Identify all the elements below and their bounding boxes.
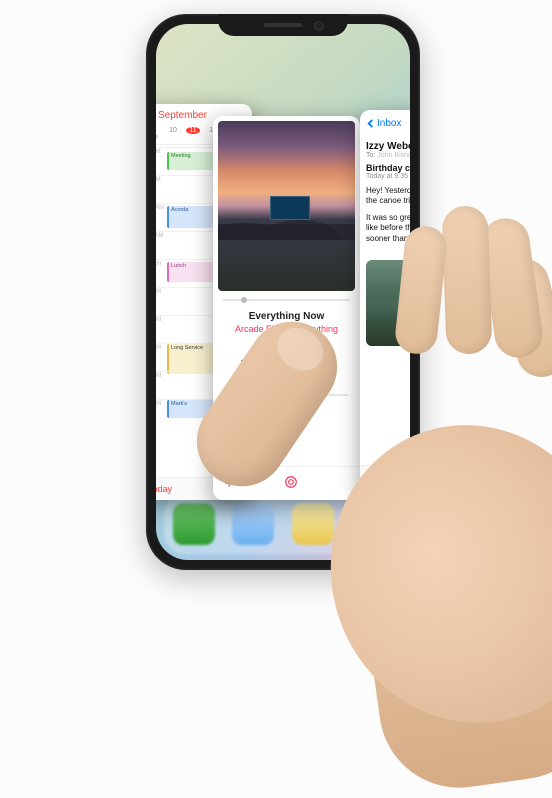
pause-button[interactable] xyxy=(276,350,298,374)
album-art[interactable] xyxy=(218,121,355,291)
notch xyxy=(218,14,348,36)
app-card-mail[interactable]: Inbox Izzy Weberba To: John Bishop Birth… xyxy=(360,110,410,498)
chevron-left-icon xyxy=(366,119,375,128)
mail-from: Izzy Weberba xyxy=(366,141,410,152)
iphone-frame: September 9 10 11 12 Tue 8 AMMeeting 9 A… xyxy=(146,14,420,570)
rewind-icon xyxy=(239,350,261,372)
track-artist: Arcade Fire — Everything xyxy=(213,322,360,336)
track-title: Everything Now xyxy=(213,305,360,322)
add-button[interactable]: + xyxy=(225,475,233,492)
mail-subject: Birthday cano xyxy=(366,163,410,173)
airplay-icon xyxy=(284,475,298,489)
scrubber[interactable] xyxy=(223,299,350,301)
mail-to: To: John Bishop xyxy=(366,152,410,159)
mail-flag-button[interactable] xyxy=(370,474,384,490)
forward-icon xyxy=(313,350,335,372)
rewind-button[interactable] xyxy=(239,350,261,374)
screen: September 9 10 11 12 Tue 8 AMMeeting 9 A… xyxy=(156,24,410,560)
mail-back-button[interactable]: Inbox xyxy=(360,110,410,137)
volume-slider[interactable] xyxy=(225,394,348,396)
mail-attachment-image[interactable] xyxy=(366,260,410,346)
calendar-selected-day[interactable]: 11 xyxy=(186,127,200,134)
app-card-music[interactable]: Music Everything Now Arcade Fire — Every… xyxy=(213,116,360,500)
dock-blurred xyxy=(164,494,402,554)
mail-date: Today at 9:35 AM xyxy=(366,173,410,180)
mail-back-label: Inbox xyxy=(377,118,401,129)
pause-icon xyxy=(276,350,298,372)
app-switcher[interactable]: September 9 10 11 12 Tue 8 AMMeeting 9 A… xyxy=(156,24,410,560)
calendar-today-button[interactable]: Today xyxy=(156,484,172,494)
calendar-back-label: September xyxy=(158,110,207,121)
mail-body: Hey! Yesterday an amazing tim the canoe … xyxy=(366,186,410,244)
forward-button[interactable] xyxy=(313,350,335,374)
flag-icon xyxy=(370,474,384,488)
airplay-button[interactable] xyxy=(284,475,298,492)
